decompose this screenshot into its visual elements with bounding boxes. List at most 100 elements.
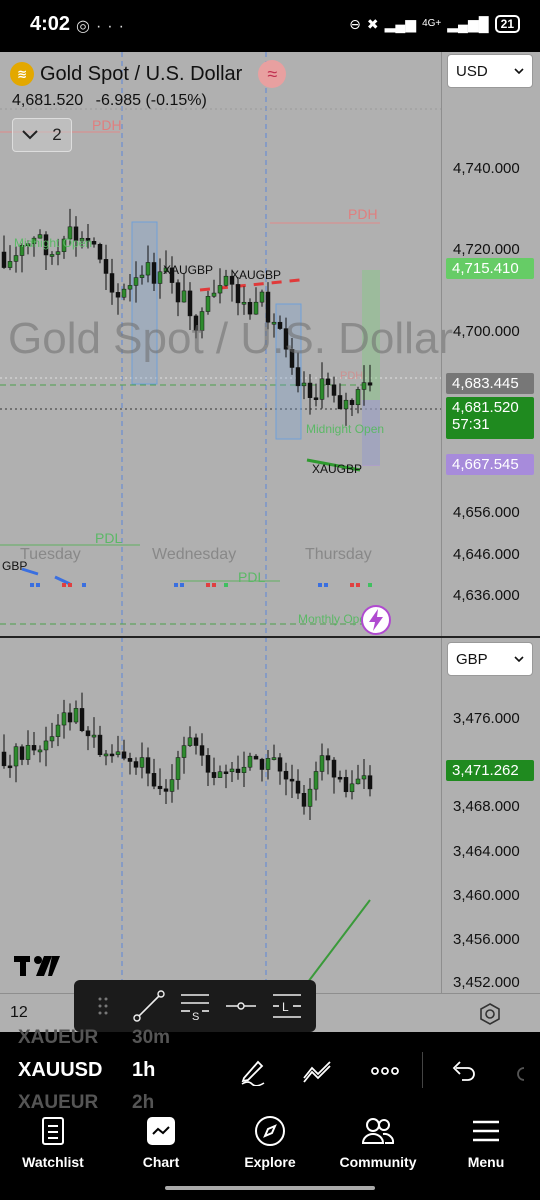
candle-body [355,389,361,406]
candle-body [175,282,181,303]
fib-retracement-icon[interactable]: S [177,988,213,1024]
candle-body [355,778,361,785]
trend-line-icon[interactable] [131,988,167,1024]
candle-body [331,384,337,396]
price-axis-label: 3,456.000 [453,931,520,948]
candle-body [193,737,199,746]
candle-body [349,783,355,793]
candle-body [367,775,373,790]
candle-body [145,757,151,774]
nav-label: Explore [244,1154,296,1170]
candle-body [241,301,247,305]
candle-body [7,261,13,268]
candle-body [361,775,367,780]
candle-body [91,241,97,245]
chevron-down-icon [22,130,38,140]
nav-label: Menu [467,1154,505,1170]
candle-body [343,777,349,793]
candle-body [97,734,103,756]
current-price-value: 4,681.520 [452,399,519,416]
candle-body [235,768,241,773]
price-axis-label: 3,460.000 [453,887,520,904]
candle-body [313,771,319,790]
candle-body [325,755,331,761]
candle-body [121,288,127,298]
settings-hex-icon[interactable] [478,1002,502,1026]
symbol-selector[interactable]: XAUUSD [18,1059,102,1082]
indicators-wave-icon[interactable] [302,1056,332,1086]
wave-badge-icon[interactable]: ≈ [258,60,287,88]
drag-handle-icon[interactable] [85,988,121,1024]
top-currency-select[interactable]: USD [447,54,533,88]
candle-body [181,290,187,303]
candle-body [1,751,7,767]
more-options-icon[interactable] [370,1056,400,1086]
chart-area[interactable]: Gold Spot / U.S. Dollar ≋ Gold Spot / U.… [0,52,540,1032]
candle-body [157,271,163,284]
pencil-draw-icon[interactable] [238,1056,268,1086]
candle-body [25,745,31,760]
candle-body [127,285,133,290]
price-axis-label: 4,656.000 [453,504,520,521]
bar-countdown: 57:31 [452,416,490,433]
indicators-toggle[interactable]: 2 [12,118,72,152]
bottom-currency-value: GBP [456,650,488,668]
ghost-symbol-above[interactable]: XAUEUR [18,1027,98,1049]
long-position-icon[interactable]: L [269,988,305,1024]
candle-body [187,290,193,317]
drawing-toolbar[interactable]: S L [74,980,316,1032]
midnight-open-label: Midnight Open [306,422,385,436]
candle-body [43,740,49,751]
current-price-tag: 4,681.520 57:31 [446,397,534,439]
nav-watchlist[interactable]: Watchlist [8,1114,98,1170]
candle-body [247,755,253,768]
home-indicator[interactable] [165,1186,375,1190]
candle-body [253,755,259,760]
nav-explore[interactable]: Explore [225,1114,315,1170]
candle-body [13,746,19,767]
mute-icon: ✖ [366,15,379,32]
pdh-label: PDH [92,117,122,133]
candle-body [265,758,271,770]
last-price: 4,681.520 [12,92,84,109]
candle-body [205,296,211,312]
pdl-label: PDL [238,569,266,585]
day-label: Wednesday [152,546,237,563]
candle-body [313,397,319,400]
candle-body [247,301,253,315]
ghost-interval-above[interactable]: 30m [132,1027,170,1049]
candle-body [61,712,67,726]
candle-body [49,736,55,742]
candle-body [121,751,127,759]
pdl-label: PDL [95,530,123,546]
bottom-currency-select[interactable]: GBP [447,642,533,676]
community-icon [361,1114,395,1148]
candle-body [217,285,223,294]
candle-body [259,758,265,770]
undo-icon[interactable] [448,1056,478,1086]
candle-body [283,770,289,780]
candle-body [133,277,139,286]
signal-icon: ▂▄▆ [384,15,417,32]
candle-body [151,262,157,284]
candle-body [127,758,133,762]
nav-community[interactable]: Community [333,1114,423,1170]
nav-menu[interactable]: Menu [441,1114,531,1170]
chart-icon [144,1114,178,1148]
candle-body [13,255,19,262]
chart-canvas[interactable] [0,52,540,1032]
symbol-legend[interactable]: ≋ Gold Spot / U.S. Dollar ≈ [10,60,287,88]
candle-body [307,788,313,807]
link-icon: ⊖ [349,15,361,32]
redo-icon[interactable] [512,1056,540,1086]
candle-body [109,273,115,293]
price-scale-divider [441,52,442,993]
gbp-line [54,575,71,586]
candle-body [37,749,43,753]
nav-chart[interactable]: Chart [116,1114,206,1170]
lightning-alert-icon[interactable] [360,604,392,636]
horizontal-line-icon[interactable] [223,988,259,1024]
pane-divider[interactable] [0,636,540,638]
interval-selector[interactable]: 1h [132,1059,155,1082]
day-label: Tuesday [20,546,81,563]
